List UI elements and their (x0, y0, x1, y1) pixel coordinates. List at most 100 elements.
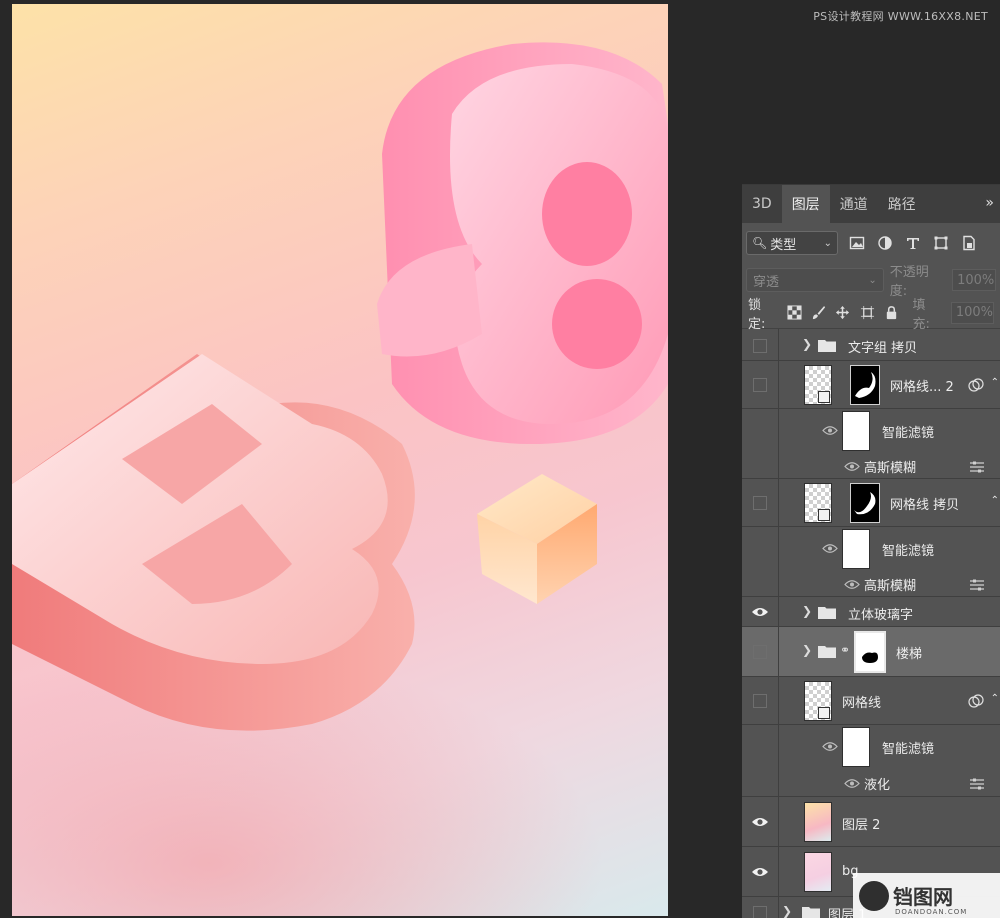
layer-row[interactable]: 网格线 拷贝 ⌃ (742, 479, 1000, 527)
layer-mask-thumbnail (850, 365, 880, 405)
layer-row[interactable]: 网格线 ⌃ (742, 677, 1000, 725)
adjustment-filter-icon[interactable] (876, 234, 894, 252)
layer-name: 立体玻璃字 (848, 608, 914, 623)
layer-name: 文字组 拷贝 (848, 341, 918, 356)
layer-thumbnail (804, 483, 832, 523)
visibility-toggle[interactable] (750, 377, 770, 393)
filter-item-row[interactable]: 高斯模糊 (742, 571, 1000, 597)
layer-name: 网格线 (842, 696, 882, 711)
layer-row[interactable]: ❯ 立体玻璃字 (742, 597, 1000, 627)
visibility-toggle[interactable] (750, 495, 770, 511)
eye-icon[interactable] (822, 741, 838, 752)
search-icon: 🔍︎ (752, 236, 768, 250)
site-logo-icon (859, 880, 889, 911)
smart-filter-row[interactable]: 智能滤镜 (742, 527, 1000, 571)
layer-row[interactable]: ❯ 文字组 拷贝 (742, 329, 1000, 361)
eye-icon (752, 818, 768, 826)
lock-move-icon[interactable] (835, 305, 850, 321)
visibility-toggle[interactable] (750, 693, 770, 709)
folder-icon (818, 340, 836, 352)
smart-filter-row[interactable]: 智能滤镜 (742, 409, 1000, 453)
tab-channels[interactable]: 通道 (830, 185, 878, 223)
type-filter-icon[interactable] (904, 234, 922, 252)
layer-name: 智能滤镜 (882, 742, 935, 757)
filter-options-icon[interactable] (970, 778, 984, 790)
lock-artboard-icon[interactable] (860, 305, 875, 321)
visibility-toggle[interactable] (750, 905, 770, 918)
opacity-field[interactable]: 100% (952, 269, 997, 291)
blend-row: 穿透 ⌄ 不透明度: 100% (742, 263, 1000, 299)
collapse-caret-icon[interactable]: ⌃ (991, 693, 999, 704)
artwork-illustration (12, 42, 668, 916)
visibility-toggle[interactable] (750, 864, 770, 880)
collapse-caret-icon[interactable]: ⌃ (991, 377, 999, 388)
layer-name: 高斯模糊 (864, 579, 917, 594)
layer-name: 智能滤镜 (882, 426, 935, 441)
filter-options-icon[interactable] (970, 579, 984, 591)
document-canvas[interactable] (12, 4, 668, 916)
eye-icon (752, 868, 768, 876)
lock-brush-icon[interactable] (811, 305, 826, 321)
panel-menu-icon[interactable]: » (985, 195, 994, 211)
panel-tab-bar: 3D 图层 通道 路径 » (742, 185, 1000, 223)
folder-icon (818, 607, 836, 619)
folder-icon (818, 646, 836, 658)
blend-mode-select[interactable]: 穿透 ⌄ (746, 268, 884, 292)
kind-filter-label: 类型 (770, 237, 797, 253)
pixel-filter-icon[interactable] (848, 234, 866, 252)
layer-row[interactable]: 网格线... 2 ⌃ (742, 361, 1000, 409)
eye-icon[interactable] (822, 543, 838, 554)
smart-filter-row[interactable]: 智能滤镜 (742, 725, 1000, 769)
blend-mode-value: 穿透 (753, 274, 780, 290)
kind-filter-select[interactable]: 🔍︎ 类型 ⌄ (746, 231, 838, 255)
eye-icon[interactable] (822, 425, 838, 436)
layer-filter-row: 🔍︎ 类型 ⌄ (742, 223, 1000, 263)
smart-object-filter-icon[interactable] (960, 234, 978, 252)
tab-paths[interactable]: 路径 (878, 185, 926, 223)
eye-icon[interactable] (844, 461, 860, 472)
visibility-toggle[interactable] (750, 814, 770, 830)
layer-thumbnail (804, 365, 832, 405)
chevron-down-icon: ⌄ (868, 274, 877, 286)
filter-item-row[interactable]: 液化 (742, 769, 1000, 797)
visibility-toggle[interactable] (750, 644, 770, 660)
fill-field[interactable]: 100% (950, 301, 995, 324)
layer-name: 网格线... 2 (890, 380, 954, 395)
visibility-toggle[interactable] (750, 338, 770, 354)
expand-chevron-icon[interactable]: ❯ (802, 337, 812, 351)
layer-name: 网格线 拷贝 (890, 498, 960, 513)
layer-thumbnail (804, 852, 832, 892)
lock-all-icon[interactable] (884, 305, 899, 321)
tab-3d[interactable]: 3D (742, 185, 782, 223)
layer-name: 液化 (864, 778, 891, 793)
expand-chevron-icon[interactable]: ❯ (782, 904, 792, 918)
filter-item-row[interactable]: 高斯模糊 (742, 453, 1000, 479)
tab-layers[interactable]: 图层 (781, 185, 830, 223)
smart-filter-mask-thumbnail (842, 529, 870, 569)
visibility-toggle[interactable] (750, 604, 770, 620)
smart-filter-icon (968, 694, 984, 708)
shape-filter-icon[interactable] (932, 234, 950, 252)
layer-name: 高斯模糊 (864, 461, 917, 476)
fill-label: 填充: (912, 297, 930, 332)
expand-chevron-icon[interactable]: ❯ (802, 643, 812, 657)
layer-name: 楼梯 (896, 647, 923, 662)
smart-filter-mask-thumbnail (842, 411, 870, 451)
eight-glyph-3d (377, 42, 668, 444)
layer-mask-thumbnail (850, 483, 880, 523)
layer-thumbnail (804, 681, 832, 721)
watermark-en-text: DOANDOAN.COM (895, 908, 968, 916)
layer-row[interactable]: 图层 2 (742, 797, 1000, 847)
smart-filter-mask-thumbnail (842, 727, 870, 767)
lock-transparent-icon[interactable] (786, 305, 802, 321)
layer-row[interactable]: ❯ ⚭ 楼梯 (742, 627, 1000, 677)
eye-icon[interactable] (844, 579, 860, 590)
three-glyph-3d (12, 354, 415, 731)
collapse-caret-icon[interactable]: ⌃ (991, 495, 999, 506)
eye-icon[interactable] (844, 778, 860, 789)
expand-chevron-icon[interactable]: ❯ (802, 604, 812, 618)
filter-options-icon[interactable] (970, 461, 984, 473)
link-icon[interactable]: ⚭ (840, 643, 850, 657)
layer-name: 智能滤镜 (882, 544, 935, 559)
chevron-down-icon: ⌄ (823, 237, 832, 249)
